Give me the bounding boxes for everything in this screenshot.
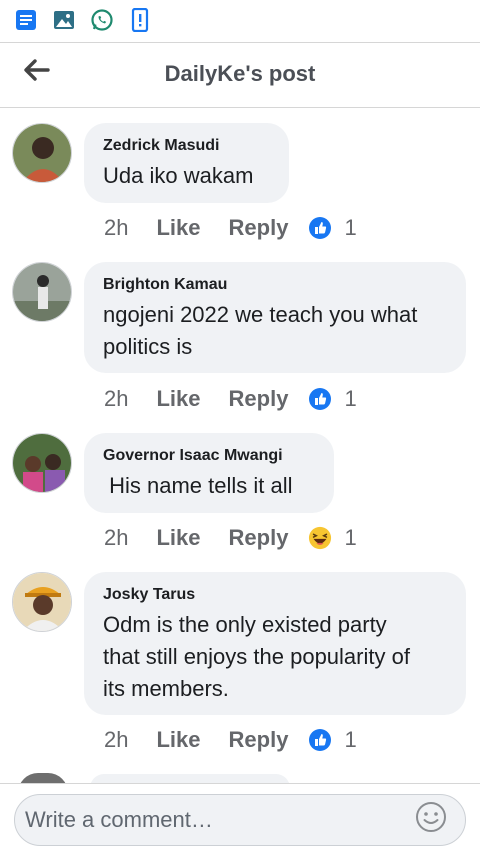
avatar[interactable] <box>12 433 72 493</box>
comment-actions: 2h Like Reply 1 <box>104 523 357 553</box>
phone-alert-icon <box>128 8 152 32</box>
comment-text: Uda iko wakam <box>103 163 254 188</box>
comment-time[interactable]: 2h <box>104 386 128 412</box>
comment-bubble[interactable]: Zedrick Masudi Uda iko wakam <box>84 123 289 203</box>
haha-reaction-icon[interactable] <box>308 526 332 550</box>
like-reaction-icon[interactable] <box>308 216 332 240</box>
emoji-button[interactable] <box>414 801 448 838</box>
comment-actions: 2h Like Reply 1 <box>104 384 357 414</box>
comment-author[interactable]: Zedrick Masudi <box>103 136 269 156</box>
message-icon <box>14 8 38 32</box>
smiley-icon <box>415 801 447 838</box>
comment-composer <box>0 783 480 854</box>
comment-input[interactable] <box>14 794 466 846</box>
reply-button[interactable]: Reply <box>229 727 289 753</box>
comment-bubble[interactable]: Josky Tarus Odm is the only existed part… <box>84 572 466 715</box>
like-reaction-icon[interactable] <box>308 387 332 411</box>
like-button[interactable]: Like <box>156 386 200 412</box>
comment-actions: 2h Like Reply 1 <box>104 725 357 755</box>
like-button[interactable]: Like <box>156 215 200 241</box>
comment-author[interactable]: Governor Isaac Mwangi <box>103 446 314 466</box>
like-reaction-icon[interactable] <box>308 728 332 752</box>
comment-author[interactable]: Josky Tarus <box>103 585 446 605</box>
comment-bubble[interactable]: Governor Isaac Mwangi His name tells it … <box>84 433 334 513</box>
page-title: DailyKe's post <box>164 61 316 86</box>
reaction-count[interactable]: 1 <box>344 215 356 241</box>
like-button[interactable]: Like <box>156 727 200 753</box>
comment-actions: 2h Like Reply 1 <box>104 213 357 243</box>
reaction-count[interactable]: 1 <box>344 525 356 551</box>
comment-author[interactable]: Brighton Kamau <box>103 275 446 295</box>
comment-time[interactable]: 2h <box>104 525 128 551</box>
comment-text: Odm is the only existed party that still… <box>103 612 410 701</box>
comments-list[interactable]: Zedrick Masudi Uda iko wakam 2h Like Rep… <box>0 109 480 784</box>
post-header: DailyKe's post <box>0 42 480 108</box>
reply-button[interactable]: Reply <box>229 525 289 551</box>
comment-text: ngojeni 2022 we teach you what politics … <box>103 302 418 359</box>
reaction-count[interactable]: 1 <box>344 386 356 412</box>
reply-button[interactable]: Reply <box>229 215 289 241</box>
gallery-icon <box>52 8 76 32</box>
reaction-count[interactable]: 1 <box>344 727 356 753</box>
comment-time[interactable]: 2h <box>104 727 128 753</box>
avatar[interactable] <box>12 123 72 183</box>
reply-button[interactable]: Reply <box>229 386 289 412</box>
comment-bubble[interactable]: Brighton Kamau ngojeni 2022 we teach you… <box>84 262 466 373</box>
avatar[interactable] <box>12 262 72 322</box>
comment-time[interactable]: 2h <box>104 215 128 241</box>
avatar[interactable] <box>12 572 72 632</box>
whatsapp-icon <box>90 8 114 32</box>
like-button[interactable]: Like <box>156 525 200 551</box>
status-bar <box>0 0 480 40</box>
comment-text: His name tells it all <box>103 473 293 498</box>
